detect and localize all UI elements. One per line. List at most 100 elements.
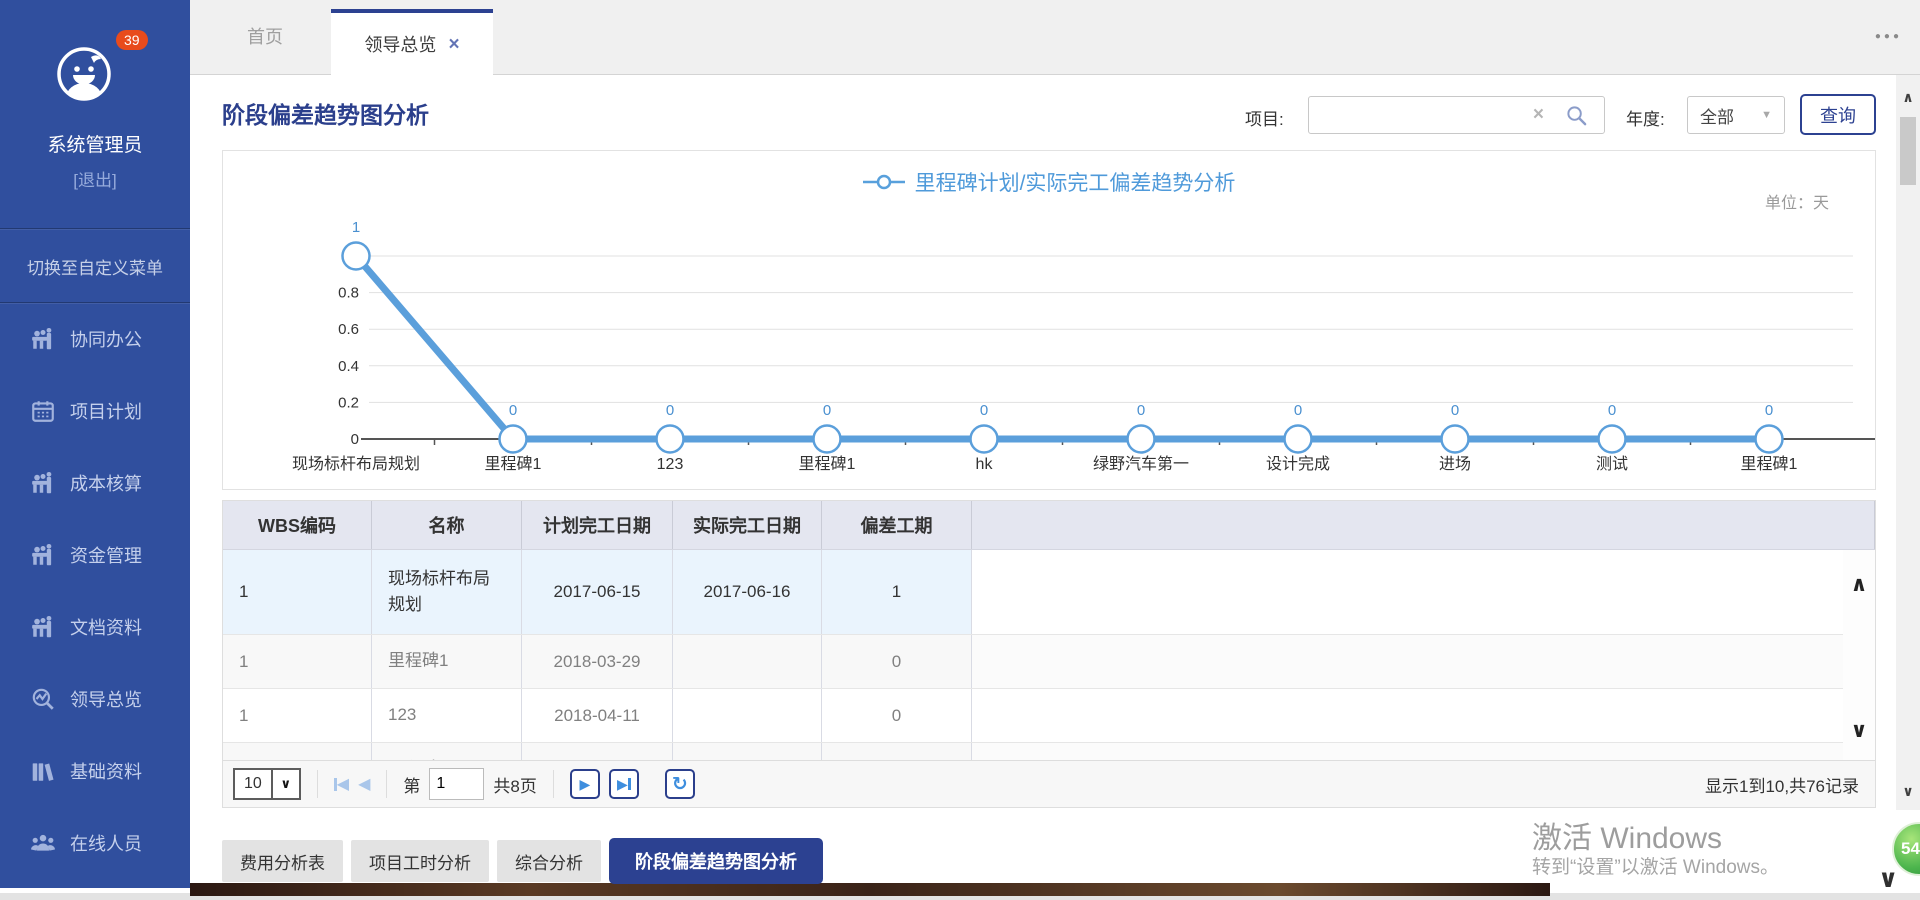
sidebar-item-3[interactable]: 资金管理	[0, 519, 190, 591]
svg-text:0.6: 0.6	[338, 321, 359, 338]
divider	[317, 770, 318, 798]
last-page-button[interactable]: ▶	[609, 769, 639, 799]
table-scrollbar[interactable]: ∧ ∨	[1843, 550, 1875, 761]
chevron-down-icon: ▼	[1761, 109, 1772, 121]
row-filler	[972, 635, 1875, 688]
chart-legend: 里程碑计划/实际完工偏差趋势分析	[223, 167, 1875, 197]
table-cell: 2017-06-16	[673, 550, 822, 634]
trend-line-chart: 00.20.40.60.811现场标杆布局规划0里程碑101230里程碑10hk…	[223, 151, 1875, 489]
chart-search-icon	[30, 686, 56, 712]
svg-text:0: 0	[509, 402, 517, 419]
tab-home[interactable]: 首页	[200, 0, 330, 74]
page-size-select[interactable]: 10 ∨	[233, 768, 301, 800]
group-icon	[30, 830, 56, 856]
sidebar-item-label: 成本核算	[70, 470, 142, 496]
people-desk-icon	[30, 614, 56, 640]
svg-text:0: 0	[980, 402, 988, 419]
column-header-0[interactable]: WBS编码	[223, 501, 372, 549]
prev-page-button[interactable]: ◀	[358, 774, 370, 794]
table-row[interactable]: 11232018-04-110	[223, 689, 1875, 743]
avatar: 39	[56, 46, 112, 102]
sidebar: 39 系统管理员 [退出] 切换至自定义菜单 协同办公项目计划成本核算资金管理文…	[0, 0, 190, 888]
divider	[386, 770, 387, 798]
project-search-box: ×	[1308, 96, 1605, 134]
scroll-down-icon[interactable]: ∨	[1878, 864, 1898, 894]
table-row[interactable]: 1现场标杆布局规划2017-06-152017-06-161	[223, 550, 1875, 635]
svg-text:0: 0	[351, 431, 359, 448]
table-cell: 1	[822, 550, 972, 634]
row-filler	[972, 550, 1875, 634]
svg-text:进场: 进场	[1439, 455, 1471, 473]
page-number-input[interactable]	[429, 768, 484, 800]
sidebar-item-0[interactable]: 协同办公	[0, 303, 190, 375]
svg-text:0: 0	[1451, 402, 1459, 419]
row-filler	[972, 689, 1875, 742]
scroll-up-icon[interactable]: ∧	[1896, 89, 1920, 106]
pagination-bar: 10 ∨ ◀ ◀ 第 共8页 ▶ ▶ ↻ 显示1到10,共76记录	[223, 760, 1875, 807]
sidebar-item-label: 文档资料	[70, 614, 142, 640]
next-page-button[interactable]: ▶	[570, 769, 600, 799]
svg-text:0: 0	[1294, 402, 1302, 419]
sidebar-item-7[interactable]: 在线人员	[0, 807, 190, 879]
bottom-tab-3[interactable]: 阶段偏差趋势图分析	[609, 838, 823, 884]
svg-text:绿野汽车第一: 绿野汽车第一	[1093, 455, 1189, 473]
table-cell: 1	[223, 635, 372, 688]
sidebar-item-5[interactable]: 领导总览	[0, 663, 190, 735]
sidebar-item-4[interactable]: 文档资料	[0, 591, 190, 663]
milestone-table-panel: WBS编码名称计划完工日期实际完工日期偏差工期1现场标杆布局规划2017-06-…	[222, 500, 1876, 808]
tab-leadership-overview[interactable]: 领导总览 ×	[331, 9, 493, 75]
chart-title: 里程碑计划/实际完工偏差趋势分析	[915, 167, 1236, 197]
page-scrollbar[interactable]: ∧ ∨	[1896, 75, 1920, 810]
year-select-value: 全部	[1700, 103, 1734, 128]
column-header-3[interactable]: 实际完工日期	[673, 501, 822, 549]
table-cell: 现场标杆布局规划	[372, 550, 522, 634]
logout-link[interactable]: [退出]	[0, 166, 190, 191]
svg-text:0: 0	[666, 402, 674, 419]
sidebar-item-label: 项目计划	[70, 398, 142, 424]
bottom-tab-0[interactable]: 费用分析表	[222, 840, 343, 882]
column-header-2[interactable]: 计划完工日期	[522, 501, 673, 549]
bottom-tab-1[interactable]: 项目工时分析	[351, 840, 489, 882]
clear-icon[interactable]: ×	[1533, 104, 1544, 126]
total-pages-label: 共8页	[493, 772, 536, 797]
query-button[interactable]: 查询	[1800, 94, 1876, 135]
svg-text:测试: 测试	[1596, 455, 1628, 473]
people-desk-icon	[30, 470, 56, 496]
year-label: 年度:	[1626, 105, 1665, 130]
refresh-button[interactable]: ↻	[665, 769, 695, 799]
svg-text:里程碑1: 里程碑1	[485, 455, 542, 473]
sidebar-item-label: 领导总览	[70, 686, 142, 712]
svg-text:0.8: 0.8	[338, 285, 359, 302]
scroll-down-icon[interactable]: ∨	[1843, 718, 1875, 743]
windows-watermark-line1: 激活 Windows	[1532, 813, 1722, 857]
sidebar-item-2[interactable]: 成本核算	[0, 447, 190, 519]
switch-menu-button[interactable]: 切换至自定义菜单	[0, 254, 190, 279]
divider	[553, 770, 554, 798]
bottom-tab-2[interactable]: 综合分析	[497, 840, 601, 882]
first-page-button[interactable]: ◀	[334, 774, 349, 794]
tab-home-label: 首页	[247, 27, 283, 47]
sidebar-item-label: 协同办公	[70, 326, 142, 352]
more-options-icon[interactable]: ●●●	[1875, 31, 1902, 42]
sidebar-item-6[interactable]: 基础资料	[0, 735, 190, 807]
column-header-1[interactable]: 名称	[372, 501, 522, 549]
close-icon[interactable]: ×	[448, 35, 459, 54]
project-search-input[interactable]	[1309, 97, 1535, 133]
svg-text:123: 123	[657, 456, 684, 473]
column-header-4[interactable]: 偏差工期	[822, 501, 972, 549]
table-cell: 里程碑1	[372, 635, 522, 688]
year-select[interactable]: 全部 ▼	[1687, 96, 1785, 134]
svg-text:里程碑1: 里程碑1	[1741, 455, 1798, 473]
svg-text:hk: hk	[976, 456, 994, 473]
books-icon	[30, 758, 56, 784]
table-row[interactable]: 1里程碑12018-03-290	[223, 635, 1875, 689]
svg-text:0: 0	[823, 402, 831, 419]
scroll-up-icon[interactable]: ∧	[1843, 572, 1875, 597]
scroll-down-icon[interactable]: ∨	[1896, 783, 1920, 800]
scrollbar-thumb[interactable]	[1900, 117, 1916, 185]
svg-text:0.2: 0.2	[338, 394, 359, 411]
search-icon[interactable]	[1565, 104, 1588, 127]
sidebar-item-1[interactable]: 项目计划	[0, 375, 190, 447]
table-row[interactable]: 1里程碑12018-05-040	[223, 743, 1875, 761]
sidebar-item-label: 基础资料	[70, 758, 142, 784]
